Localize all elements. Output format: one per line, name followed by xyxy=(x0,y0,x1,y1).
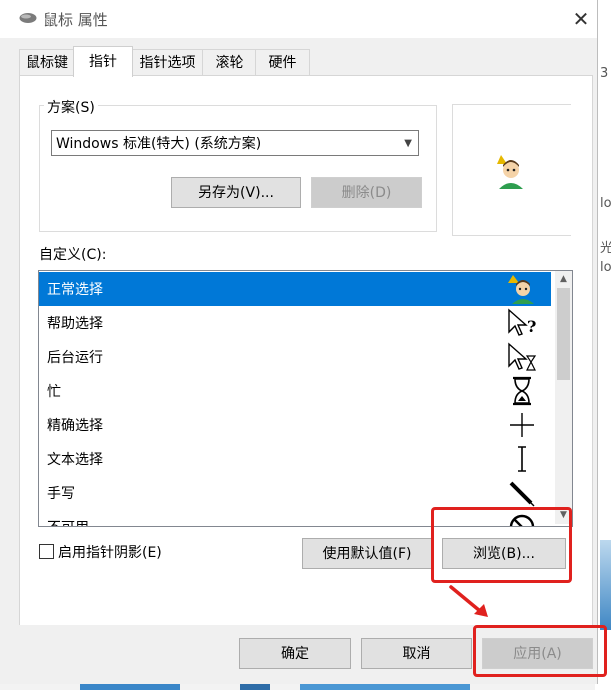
scheme-groupbox xyxy=(39,105,437,232)
desktop-thumbnail xyxy=(600,540,611,630)
list-item-label: 手写 xyxy=(47,486,75,502)
list-item-label: 后台运行 xyxy=(47,350,103,366)
svg-text:?: ? xyxy=(527,317,536,336)
scroll-thumb[interactable] xyxy=(557,288,570,380)
list-item-label: 忙 xyxy=(47,384,61,400)
list-item[interactable]: 手写 xyxy=(39,476,551,510)
save-as-button[interactable]: 另存为(V)... xyxy=(171,177,301,208)
tab-pointer-options[interactable]: 指针选项 xyxy=(131,49,204,76)
hourglass-icon xyxy=(513,376,531,406)
list-item[interactable]: 帮助选择 ? xyxy=(39,306,551,340)
list-item-label: 文本选择 xyxy=(47,452,103,468)
desktop-thumbnail xyxy=(80,684,180,690)
list-scrollbar[interactable]: ▲ ▼ xyxy=(555,271,572,524)
desktop-thumbnail xyxy=(240,684,270,690)
scroll-up-icon[interactable]: ▲ xyxy=(555,271,572,288)
list-item-label: 精确选择 xyxy=(47,418,103,434)
tab-buttons[interactable]: 鼠标键 xyxy=(19,49,75,76)
annotation-highlight-apply xyxy=(473,625,607,677)
ok-button[interactable]: 确定 xyxy=(239,638,351,669)
annotation-highlight-browse xyxy=(431,507,572,583)
character-cursor-icon xyxy=(508,275,534,304)
pointer-shadow-label[interactable]: 启用指针阴影(E) xyxy=(58,542,162,562)
cursor-preview xyxy=(452,104,571,236)
working-in-background-icon xyxy=(508,342,537,371)
scheme-select-value: Windows 标准(特大) (系统方案) xyxy=(56,136,262,152)
close-icon[interactable]: ✕ xyxy=(566,4,596,34)
list-item-label: 不可用 xyxy=(47,517,89,526)
help-arrow-icon: ? xyxy=(508,308,536,336)
delete-button[interactable]: 删除(D) xyxy=(311,177,422,208)
list-item[interactable]: 正常选择 xyxy=(39,272,551,306)
list-item[interactable]: 忙 xyxy=(39,374,551,408)
background-text: 3 xyxy=(600,66,609,81)
pointer-shadow-checkbox[interactable] xyxy=(39,544,54,559)
title-bar[interactable]: 鼠标 属性 ✕ xyxy=(0,0,597,38)
annotation-arrow-icon xyxy=(449,585,488,617)
tab-wheel[interactable]: 滚轮 xyxy=(202,49,257,76)
tab-hardware[interactable]: 硬件 xyxy=(255,49,310,76)
cursor-list[interactable]: 正常选择 帮助选择 ? 后台运行 忙 精确选择 文本选择 手写 ▲ ▼ xyxy=(38,270,573,527)
crosshair-icon xyxy=(510,413,534,437)
character-cursor-icon xyxy=(497,155,523,189)
use-default-button[interactable]: 使用默认值(F) xyxy=(302,538,432,569)
background-text: 光 xyxy=(600,241,611,256)
cancel-button[interactable]: 取消 xyxy=(361,638,472,669)
list-item-label: 帮助选择 xyxy=(47,316,103,332)
list-item[interactable]: 后台运行 xyxy=(39,340,551,374)
chevron-down-icon: ▼ xyxy=(404,138,412,149)
desktop-thumbnail xyxy=(300,684,470,690)
mouse-icon xyxy=(19,13,37,23)
window-title: 鼠标 属性 xyxy=(43,11,108,29)
background-text: lo xyxy=(600,196,611,211)
list-item-label: 正常选择 xyxy=(47,282,103,298)
scheme-select[interactable]: Windows 标准(特大) (系统方案) ▼ xyxy=(51,130,419,156)
text-ibeam-icon xyxy=(518,446,526,472)
pen-icon xyxy=(509,481,535,507)
tab-pointers[interactable]: 指针 xyxy=(73,46,133,77)
customize-label: 自定义(C): xyxy=(39,247,107,263)
list-item[interactable]: 文本选择 xyxy=(39,442,551,476)
list-item[interactable]: 精确选择 xyxy=(39,408,551,442)
scheme-label: 方案(S) xyxy=(44,97,98,117)
background-text: lo xyxy=(600,260,611,275)
